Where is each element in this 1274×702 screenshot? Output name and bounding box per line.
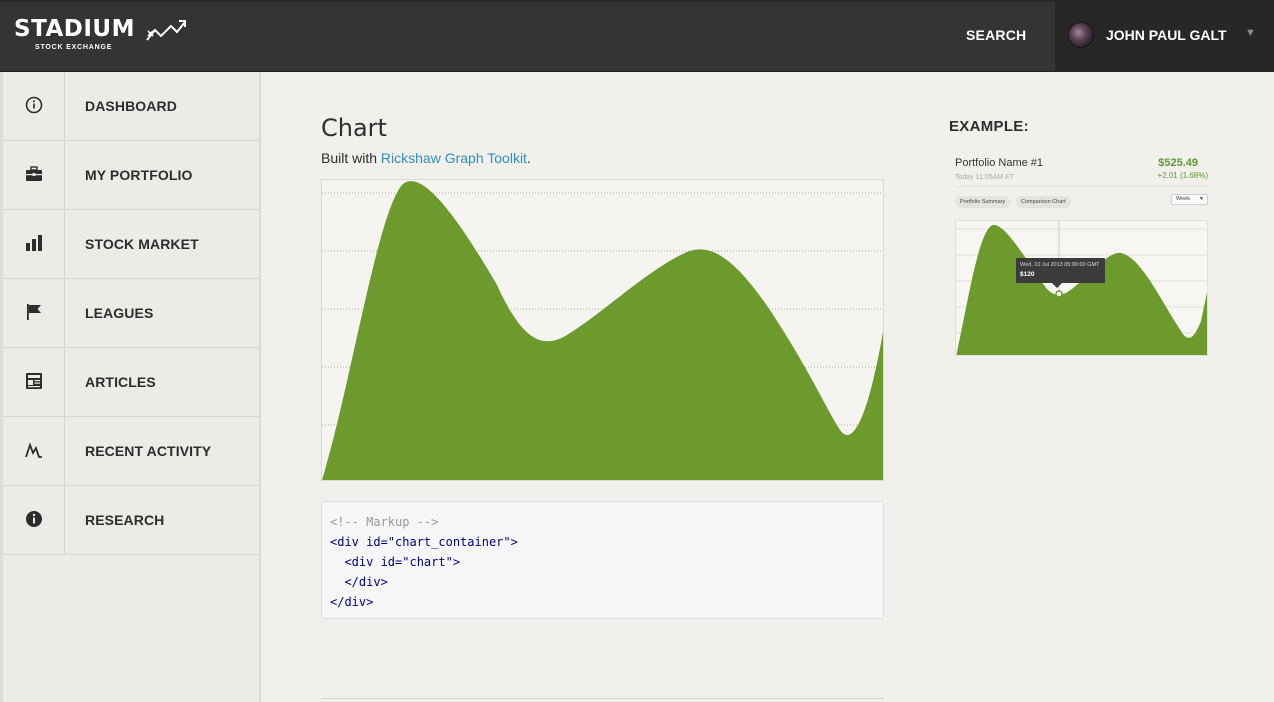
code-line: <div id="chart_container"> — [330, 535, 518, 549]
brand-tagline: STOCK EXCHANGE — [35, 44, 113, 51]
brand-logo[interactable]: STADIUM STOCK EXCHANGE — [14, 16, 186, 51]
area-chart — [321, 179, 884, 481]
user-menu[interactable]: JOHN PAUL GALT ▼ — [1055, 2, 1274, 72]
example-divider — [955, 186, 1208, 187]
info-circle-icon — [3, 72, 65, 140]
code-line: </div> — [330, 575, 388, 589]
portfolio-name: Portfolio Name #1 — [955, 157, 1044, 169]
tooltip-date: Wed, 10 Jul 2013 05:00:00 GMT — [1020, 262, 1100, 268]
portfolio-change: +2.01 (1.68%) — [1157, 171, 1208, 180]
chevron-down-icon: ▼ — [1199, 196, 1204, 202]
chart-description: Built with Rickshaw Graph Toolkit. — [321, 150, 531, 166]
sidebar-item-label: STOCK MARKET — [85, 236, 199, 252]
code-line: </div> — [330, 595, 374, 609]
chart-tooltip: Wed, 10 Jul 2013 05:00:00 GMT $120 — [1016, 258, 1105, 288]
brand-name: STADIUM — [14, 16, 135, 42]
sidebar-item-articles[interactable]: ARTICLES — [3, 348, 259, 417]
activity-icon — [3, 417, 65, 485]
tab-comparison-chart[interactable]: Comparison Chart — [1016, 196, 1071, 208]
portfolio-timestamp: Today 11:05AM ET — [955, 174, 1015, 181]
desc-prefix: Built with — [321, 150, 381, 166]
sidebar-item-my-portfolio[interactable]: MY PORTFOLIO — [3, 141, 259, 210]
code-snippet: <!-- Markup --> <div id="chart_container… — [321, 501, 884, 619]
tab-portfolio-summary[interactable]: Portfolio Summary — [955, 196, 1011, 208]
code-line: <div id="chart"> — [330, 555, 461, 569]
briefcase-icon — [3, 141, 65, 209]
example-heading: EXAMPLE: — [949, 118, 1029, 135]
bar-chart-icon — [3, 210, 65, 278]
portfolio-value: $525.49 — [1158, 157, 1198, 169]
sidebar-item-dashboard[interactable]: DASHBOARD — [3, 72, 259, 141]
section-divider — [321, 698, 884, 699]
range-select-value: Week — [1176, 196, 1190, 202]
code-line: <!-- Markup --> — [330, 515, 439, 529]
search-link[interactable]: SEARCH — [966, 27, 1026, 43]
sidebar-item-label: ARTICLES — [85, 374, 156, 390]
user-name[interactable]: JOHN PAUL GALT — [1106, 27, 1227, 43]
tooltip-value: $120 — [1020, 271, 1035, 278]
sidebar-item-research[interactable]: RESEARCH — [3, 486, 259, 555]
sidebar-item-recent-activity[interactable]: RECENT ACTIVITY — [3, 417, 259, 486]
rickshaw-link[interactable]: Rickshaw Graph Toolkit — [381, 150, 527, 166]
page-title: Chart — [321, 114, 387, 142]
sidebar-item-label: RESEARCH — [85, 512, 165, 528]
sidebar-item-leagues[interactable]: LEAGUES — [3, 279, 259, 348]
info-filled-icon — [3, 486, 65, 554]
sidebar-item-label: RECENT ACTIVITY — [85, 443, 212, 459]
top-bar: STADIUM STOCK EXCHANGE SEARCH JOHN PAUL … — [0, 0, 1274, 72]
sidebar-item-label: LEAGUES — [85, 305, 154, 321]
sidebar-item-label: MY PORTFOLIO — [85, 167, 193, 183]
newspaper-icon — [3, 348, 65, 416]
sidebar-item-label: DASHBOARD — [85, 98, 177, 114]
sidebar-item-stock-market[interactable]: STOCK MARKET — [3, 210, 259, 279]
sidebar: DASHBOARD MY PORTFOLIO STOCK MARKET LEAG… — [0, 72, 261, 702]
example-area-chart — [955, 220, 1208, 356]
range-select[interactable]: Week ▼ — [1171, 194, 1208, 205]
avatar[interactable] — [1068, 22, 1094, 48]
desc-suffix: . — [526, 150, 531, 166]
tooltip-arrow — [1052, 283, 1062, 288]
flag-icon — [3, 279, 65, 347]
trend-logo-icon — [146, 20, 186, 41]
chevron-down-icon[interactable]: ▼ — [1245, 27, 1256, 39]
